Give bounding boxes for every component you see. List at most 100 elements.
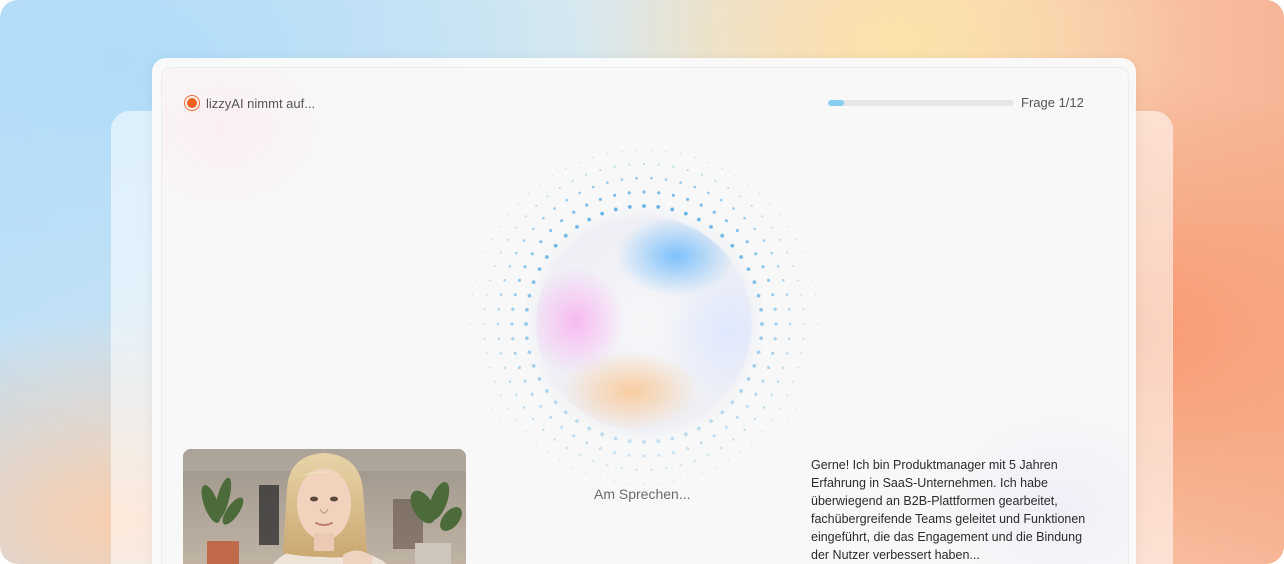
wave-dot [712,210,716,214]
wave-dot [484,251,487,254]
wave-dot [657,163,660,166]
wave-dot [635,149,638,151]
wave-dot [785,352,789,355]
wave-dot [558,186,561,189]
wave-dot [686,446,690,451]
wave-dot [627,191,631,195]
wave-dot [720,233,725,238]
wave-dot [779,238,782,241]
wave-dot [776,380,780,383]
wave-dot [517,278,522,282]
wave-dot [699,441,703,445]
wave-dot [719,198,723,202]
wave-dot [585,472,588,475]
wave-dot [578,161,580,164]
wave-dot [816,308,819,311]
wave-dot [787,420,789,423]
user-video-feed [183,449,466,564]
wave-dot [539,240,543,244]
wave-dot [621,150,623,153]
wave-dot [565,198,569,202]
wave-dot [762,239,766,242]
wave-dot [493,380,496,383]
wave-dot [727,186,730,189]
question-progress-bar [828,100,1014,106]
wave-dot [469,308,472,311]
wave-dot [531,280,536,285]
wave-dot [522,239,526,242]
wave-dot [750,441,753,444]
question-progress-fill [828,100,844,106]
wave-dot [761,265,765,269]
wave-dot [743,428,746,432]
wave-dot [779,407,782,410]
wave-dot [491,238,493,240]
wave-dot [693,459,697,463]
wave-dot [499,251,502,254]
wave-dot [694,489,696,492]
wave-dot [761,215,764,218]
wave-dot [814,293,817,296]
wave-dot [699,203,703,207]
wave-dot [766,366,771,370]
wave-dot [771,293,775,297]
wave-dot [613,451,617,455]
wave-dot [515,251,518,255]
wave-dot [686,169,689,172]
wave-dot [600,211,605,216]
wave-dot [735,229,739,233]
wave-dot [539,183,542,185]
wave-dot [739,450,742,453]
wave-dot [801,394,804,397]
wave-dot [479,265,481,267]
wave-dot [508,380,512,383]
wave-dot [620,467,624,470]
wave-dot [657,482,660,485]
wave-dot [782,366,785,370]
wave-dot [671,451,675,455]
wave-dot [506,407,509,410]
wave-dot [524,215,527,218]
wave-dot [760,322,764,326]
wave-dot [527,350,532,355]
wave-dot [535,441,538,444]
wave-dot [539,404,543,408]
wave-dot [686,476,689,479]
wave-dot [811,367,814,369]
wave-dot [497,307,501,311]
wave-dot [802,337,805,340]
wave-dot [549,415,553,419]
wave-dot [800,293,803,296]
wave-dot [773,307,777,311]
wave-dot [746,183,749,185]
wave-dot [657,453,661,457]
wave-dot [591,185,595,189]
wave-dot [627,439,632,444]
wave-dot [537,267,542,272]
wave-dot [499,420,501,423]
wave-dot [730,400,735,405]
recording-indicator: lizzyAI nimmt auf... [184,94,315,112]
wave-dot [758,453,760,456]
wave-dot [694,156,696,159]
wave-dot [549,229,553,233]
wave-dot [537,376,542,381]
wave-dot [770,419,773,422]
wave-dot [714,466,717,469]
wave-dot [499,225,501,228]
wave-dot [759,307,764,312]
wave-dot [542,216,545,220]
wave-dot [732,438,735,441]
wave-dot [792,265,795,268]
wave-dot [664,178,668,181]
wave-dot [734,175,737,177]
wave-dot [686,197,690,202]
wave-dot [515,419,518,422]
wave-dot [750,204,753,207]
wave-dot [571,179,574,182]
wave-dot [507,213,510,216]
wave-dot [816,337,819,340]
wave-dot [485,352,488,355]
wave-dot [746,463,749,465]
wave-dot [739,389,744,393]
